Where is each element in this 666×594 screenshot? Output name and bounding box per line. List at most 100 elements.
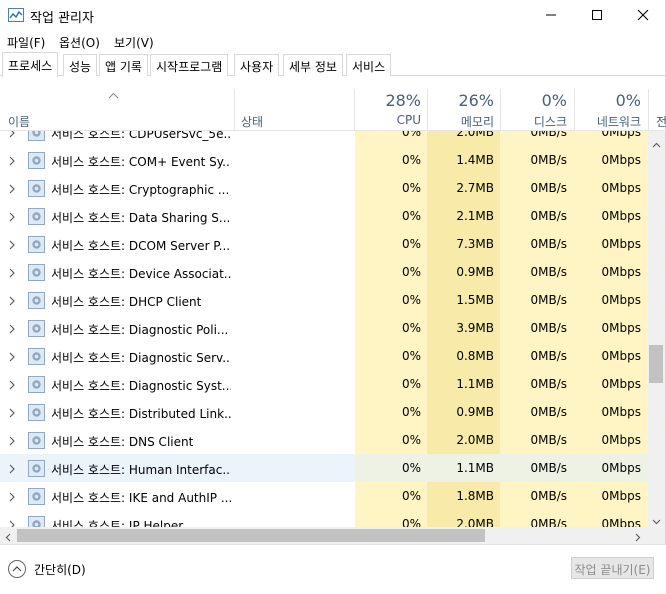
vertical-scroll-thumb[interactable] bbox=[649, 345, 663, 383]
scroll-up-icon[interactable] bbox=[652, 137, 661, 151]
column-network[interactable]: 네트워크 bbox=[574, 113, 641, 130]
process-cpu: 0% bbox=[401, 293, 421, 307]
expand-chevron-icon[interactable] bbox=[9, 491, 15, 505]
expand-chevron-icon[interactable] bbox=[9, 183, 15, 197]
expand-chevron-icon[interactable] bbox=[9, 323, 15, 337]
column-name[interactable]: 이름 bbox=[8, 113, 30, 130]
process-disk: 0MB/s bbox=[530, 265, 567, 279]
expand-chevron-icon[interactable] bbox=[9, 131, 15, 141]
process-cpu: 0% bbox=[401, 517, 421, 527]
memory-total-percent[interactable]: 26% bbox=[430, 91, 494, 110]
process-memory: 2.0MB bbox=[456, 433, 494, 447]
process-name: 서비스 호스트: Cryptographic ... bbox=[51, 183, 230, 197]
process-disk: 0MB/s bbox=[530, 153, 567, 167]
scroll-right-icon[interactable] bbox=[635, 531, 641, 545]
process-row[interactable]: 서비스 호스트: IP Helper 0% 2.0MB 0MB/s 0Mbps bbox=[0, 510, 648, 527]
gear-icon bbox=[28, 320, 45, 337]
process-row[interactable]: 서비스 호스트: Diagnostic Serv... 0% 0.8MB 0MB/s 0… bbox=[0, 342, 648, 370]
process-row[interactable]: 서비스 호스트: Cryptographic ... 0% 2.7MB 0MB/s 0M… bbox=[0, 174, 648, 202]
process-row[interactable]: 서비스 호스트: DHCP Client 0% 1.5MB 0MB/s 0Mbps bbox=[0, 286, 648, 314]
expand-chevron-icon[interactable] bbox=[9, 155, 15, 169]
process-row[interactable]: 서비스 호스트: Device Associat... 0% 0.9MB 0MB/s 0… bbox=[0, 258, 648, 286]
fewer-details-link[interactable]: 간단히(D) bbox=[34, 561, 86, 578]
disk-total-percent[interactable]: 0% bbox=[500, 91, 567, 110]
process-disk: 0MB/s bbox=[530, 131, 567, 139]
tab-performance[interactable]: 성능 bbox=[63, 54, 98, 76]
gear-icon bbox=[28, 488, 45, 505]
column-status[interactable]: 상태 bbox=[241, 113, 263, 130]
process-name: 서비스 호스트: DNS Client bbox=[51, 435, 194, 449]
end-task-button[interactable]: 작업 끝내기(E) bbox=[571, 557, 654, 579]
minimize-button[interactable] bbox=[528, 0, 574, 30]
process-row[interactable]: 서비스 호스트: CDPUserSvc_5e... 0% 2.0MB 0MB/s 0Mb… bbox=[0, 131, 648, 146]
process-row[interactable]: 서비스 호스트: COM+ Event Sy... 0% 1.4MB 0MB/s 0Mb… bbox=[0, 146, 648, 174]
process-list: 서비스 호스트: CDPUserSvc_5e... 0% 2.0MB 0MB/s 0Mb… bbox=[0, 131, 648, 527]
task-manager-icon bbox=[8, 8, 24, 22]
scroll-left-icon[interactable] bbox=[5, 531, 11, 545]
tab-startup[interactable]: 시작프로그램 bbox=[150, 54, 229, 76]
collapse-chevron-icon[interactable] bbox=[8, 560, 26, 578]
network-total-percent[interactable]: 0% bbox=[574, 91, 641, 110]
expand-chevron-icon[interactable] bbox=[9, 435, 15, 449]
tab-processes[interactable]: 프로세스 bbox=[2, 52, 59, 77]
process-network: 0Mbps bbox=[601, 517, 641, 527]
process-network: 0Mbps bbox=[601, 181, 641, 195]
scroll-down-icon[interactable] bbox=[652, 514, 661, 528]
process-row[interactable]: 서비스 호스트: Data Sharing S... 0% 2.1MB 0MB/s 0M… bbox=[0, 202, 648, 230]
process-memory: 3.9MB bbox=[456, 321, 494, 335]
column-extra[interactable]: 전 bbox=[656, 113, 666, 130]
menu-file[interactable]: 파일(F) bbox=[7, 34, 45, 51]
title-bar[interactable]: 작업 관리자 bbox=[0, 0, 666, 30]
expand-chevron-icon[interactable] bbox=[9, 267, 15, 281]
process-name: 서비스 호스트: Human Interfac... bbox=[51, 463, 231, 477]
maximize-button[interactable] bbox=[574, 0, 620, 30]
column-memory[interactable]: 메모리 bbox=[430, 113, 494, 130]
expand-chevron-icon[interactable] bbox=[9, 463, 15, 477]
process-disk: 0MB/s bbox=[530, 349, 567, 363]
close-button[interactable] bbox=[620, 0, 666, 30]
process-memory: 0.9MB bbox=[456, 265, 494, 279]
menu-view[interactable]: 보기(V) bbox=[114, 34, 154, 51]
process-memory: 0.8MB bbox=[456, 349, 494, 363]
process-name: 서비스 호스트: IP Helper bbox=[51, 519, 184, 527]
expand-chevron-icon[interactable] bbox=[9, 407, 15, 421]
tab-users[interactable]: 사용자 bbox=[234, 54, 280, 76]
vertical-scrollbar[interactable] bbox=[648, 131, 665, 527]
expand-chevron-icon[interactable] bbox=[9, 351, 15, 365]
column-divider[interactable] bbox=[354, 89, 355, 131]
expand-chevron-icon[interactable] bbox=[9, 239, 15, 253]
process-network: 0Mbps bbox=[601, 131, 641, 139]
horizontal-scrollbar[interactable] bbox=[0, 527, 648, 544]
process-name: 서비스 호스트: Data Sharing S... bbox=[51, 211, 231, 225]
process-row[interactable]: 서비스 호스트: Diagnostic Syst... 0% 1.1MB 0MB/s 0… bbox=[0, 370, 648, 398]
tab-details[interactable]: 세부 정보 bbox=[283, 54, 343, 76]
tab-services[interactable]: 서비스 bbox=[346, 54, 392, 76]
process-row[interactable]: 서비스 호스트: DNS Client 0% 2.0MB 0MB/s 0Mbps bbox=[0, 426, 648, 454]
process-name: 서비스 호스트: DCOM Server P... bbox=[51, 239, 231, 253]
process-disk: 0MB/s bbox=[530, 405, 567, 419]
column-divider[interactable] bbox=[427, 89, 428, 131]
expand-chevron-icon[interactable] bbox=[9, 519, 15, 527]
column-divider[interactable] bbox=[234, 89, 235, 131]
process-row[interactable]: 서비스 호스트: Diagnostic Poli... 0% 3.9MB 0MB/s 0… bbox=[0, 314, 648, 342]
column-disk[interactable]: 디스크 bbox=[500, 113, 567, 130]
process-network: 0Mbps bbox=[601, 433, 641, 447]
process-network: 0Mbps bbox=[601, 237, 641, 251]
process-name: 서비스 호스트: Distributed Link... bbox=[51, 407, 231, 421]
process-row[interactable]: 서비스 호스트: IKE and AuthIP ... 0% 1.8MB 0MB/s 0… bbox=[0, 482, 648, 510]
menu-options[interactable]: 옵션(O) bbox=[59, 34, 100, 51]
process-disk: 0MB/s bbox=[530, 321, 567, 335]
cpu-total-percent[interactable]: 28% bbox=[360, 91, 421, 110]
tab-app-history[interactable]: 앱 기록 bbox=[99, 54, 148, 76]
gear-icon bbox=[28, 236, 45, 253]
column-divider[interactable] bbox=[648, 89, 649, 131]
column-cpu[interactable]: CPU bbox=[360, 113, 421, 127]
horizontal-scroll-thumb[interactable] bbox=[17, 529, 485, 542]
expand-chevron-icon[interactable] bbox=[9, 295, 15, 309]
process-row[interactable]: 서비스 호스트: Human Interfac... 0% 1.1MB 0MB/s 0M… bbox=[0, 454, 648, 482]
expand-chevron-icon[interactable] bbox=[9, 379, 15, 393]
process-row[interactable]: 서비스 호스트: DCOM Server P... 0% 7.3MB 0MB/s 0Mb… bbox=[0, 230, 648, 258]
expand-chevron-icon[interactable] bbox=[9, 211, 15, 225]
process-cpu: 0% bbox=[401, 181, 421, 195]
process-row[interactable]: 서비스 호스트: Distributed Link... 0% 0.9MB 0MB/s… bbox=[0, 398, 648, 426]
